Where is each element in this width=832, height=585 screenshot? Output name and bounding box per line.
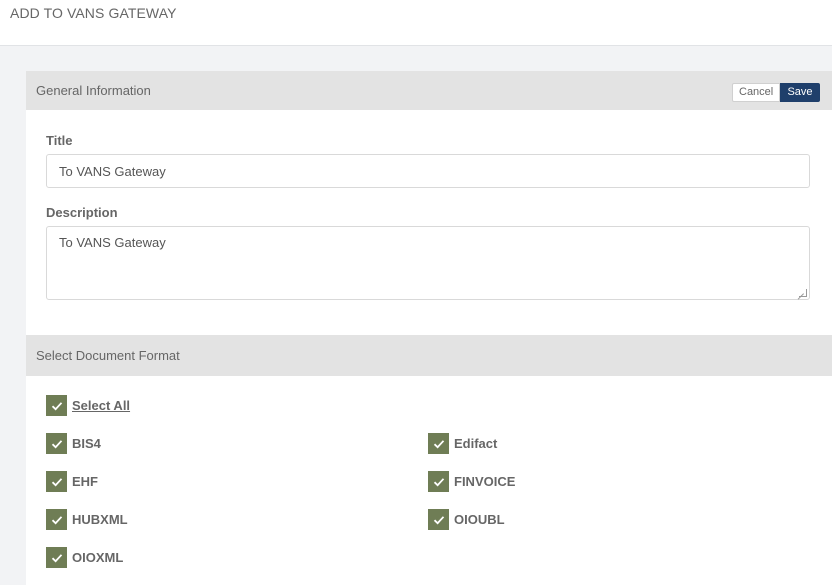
- format-checkbox-oioubl[interactable]: OIOUBL: [428, 509, 505, 530]
- checkbox-checked-icon[interactable]: [428, 471, 449, 492]
- format-checkbox-edifact[interactable]: Edifact: [428, 433, 497, 454]
- description-label: Description: [46, 205, 118, 220]
- page-title: ADD TO VANS GATEWAY: [10, 5, 177, 21]
- title-label: Title: [46, 133, 73, 148]
- format-checkbox-oioxml[interactable]: OIOXML: [46, 547, 123, 568]
- select-all-checkbox[interactable]: Select All: [46, 395, 130, 416]
- checkbox-checked-icon[interactable]: [46, 509, 67, 530]
- format-label: FINVOICE: [454, 474, 516, 489]
- form-panel: General Information Cancel Save Title De…: [26, 71, 832, 585]
- top-bar: ADD TO VANS GATEWAY: [0, 0, 832, 46]
- format-label: EHF: [72, 474, 98, 489]
- description-text: To VANS Gateway: [59, 235, 166, 250]
- checkbox-checked-icon[interactable]: [46, 395, 67, 416]
- checkbox-checked-icon[interactable]: [46, 433, 67, 454]
- format-checkbox-ehf[interactable]: EHF: [46, 471, 98, 492]
- format-checkbox-finvoice[interactable]: FINVOICE: [428, 471, 515, 492]
- save-button[interactable]: Save: [780, 83, 820, 102]
- format-label: OIOXML: [72, 550, 124, 565]
- select-all-label[interactable]: Select All: [72, 398, 130, 413]
- format-label: OIOUBL: [454, 512, 505, 527]
- format-label: Edifact: [454, 436, 498, 451]
- checkbox-checked-icon[interactable]: [46, 471, 67, 492]
- description-textarea[interactable]: To VANS Gateway: [46, 226, 810, 300]
- document-format-title: Select Document Format: [36, 348, 180, 363]
- checkbox-checked-icon[interactable]: [46, 547, 67, 568]
- checkbox-checked-icon[interactable]: [428, 509, 449, 530]
- general-info-title: General Information: [36, 83, 151, 98]
- format-label: HUBXML: [72, 512, 128, 527]
- cancel-button[interactable]: Cancel: [732, 83, 780, 102]
- title-input[interactable]: [46, 154, 810, 188]
- general-info-header: General Information Cancel Save: [26, 71, 832, 110]
- format-checkbox-hubxml[interactable]: HUBXML: [46, 509, 128, 530]
- action-buttons: Cancel Save: [732, 83, 820, 102]
- checkbox-checked-icon[interactable]: [428, 433, 449, 454]
- format-label: BIS4: [72, 436, 101, 451]
- resize-grip-icon[interactable]: [799, 289, 807, 297]
- document-format-header: Select Document Format: [26, 335, 832, 376]
- format-checkbox-bis4[interactable]: BIS4: [46, 433, 101, 454]
